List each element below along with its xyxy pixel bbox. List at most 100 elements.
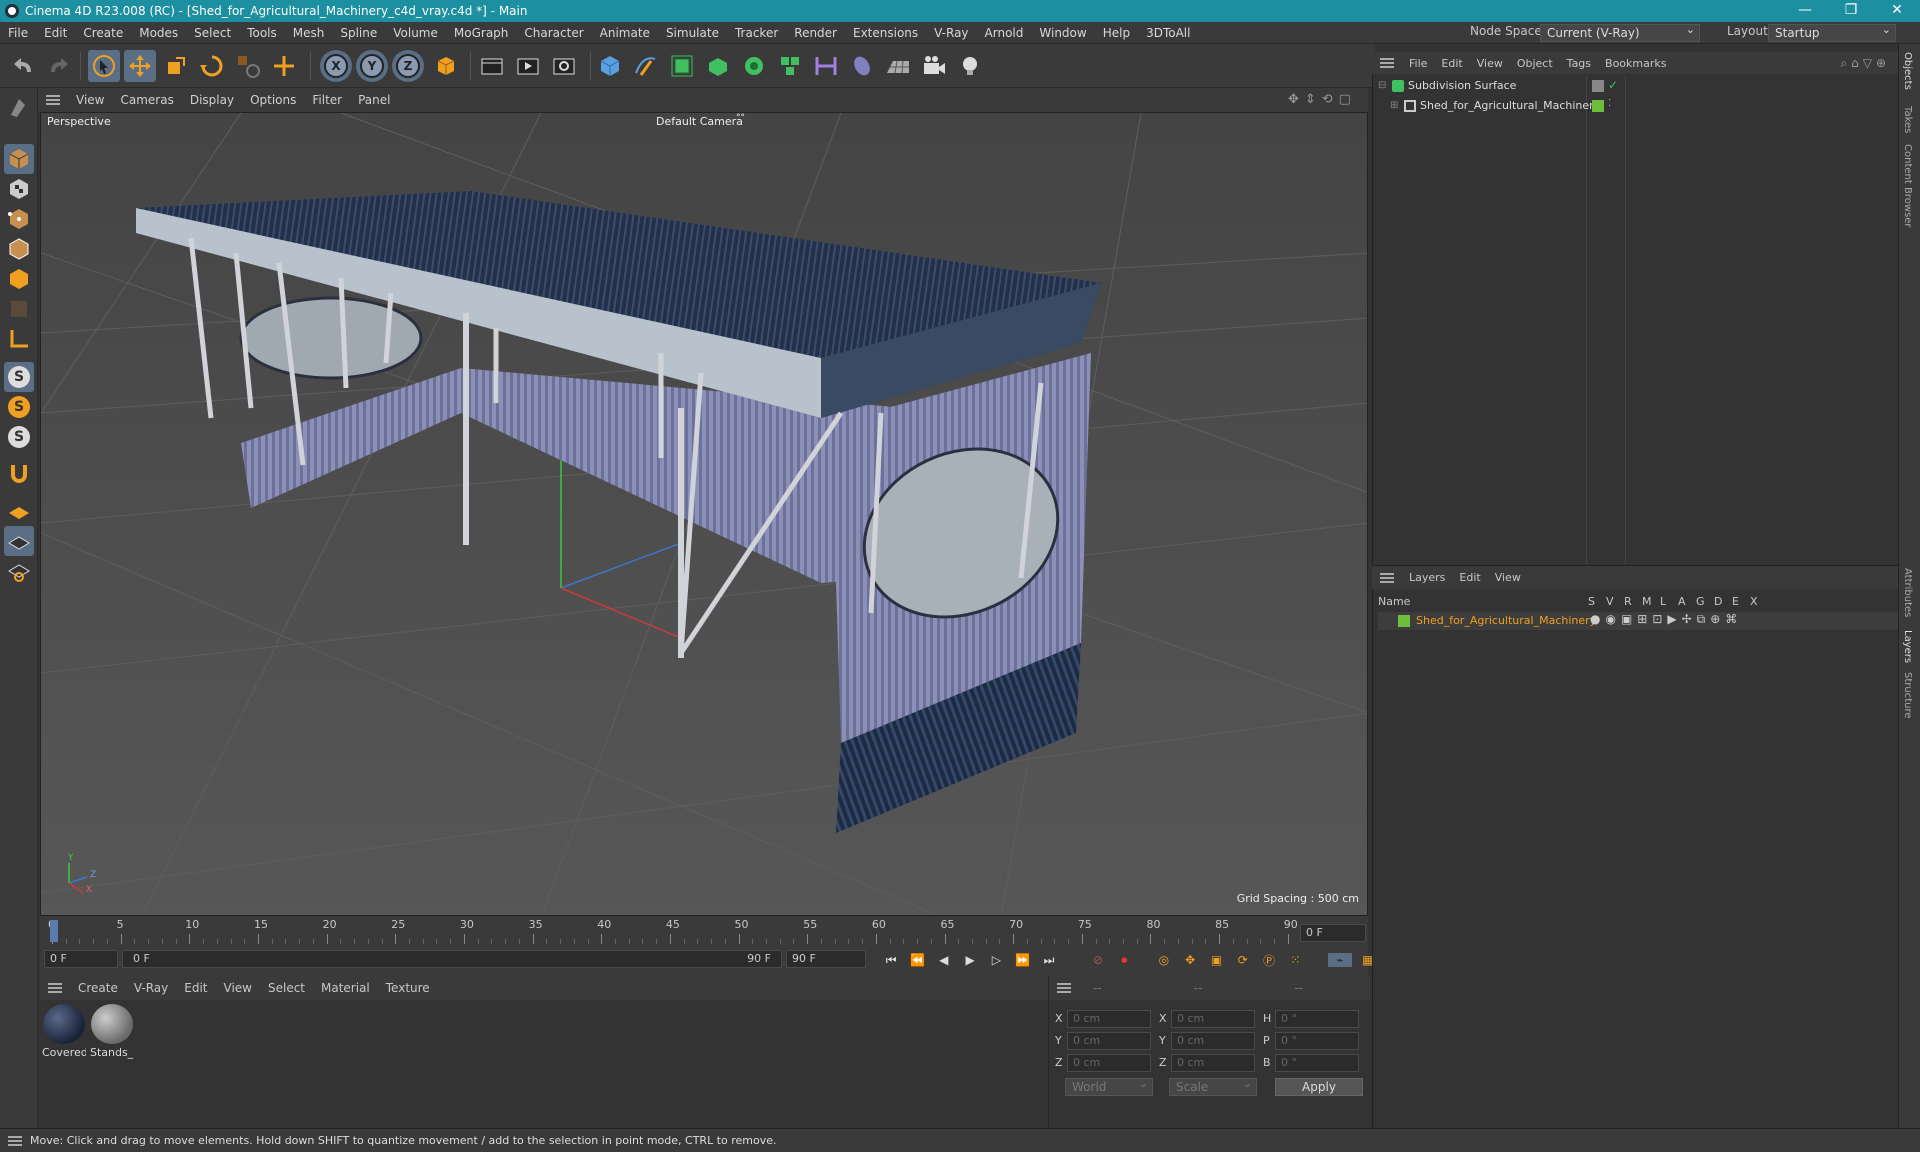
object-name[interactable]: Subdivision Surface bbox=[1408, 79, 1516, 92]
viewport-menu-cameras[interactable]: Cameras bbox=[112, 93, 181, 107]
menu-create[interactable]: Create bbox=[75, 26, 131, 40]
coord-value-field[interactable]: 0 ° bbox=[1275, 1032, 1359, 1050]
layer-col-g[interactable]: G bbox=[1696, 595, 1706, 608]
polygon-mode-icon[interactable] bbox=[4, 264, 34, 294]
key-rotation-icon[interactable]: ⟳ bbox=[1232, 953, 1254, 967]
snap-s-icon-3[interactable]: S bbox=[4, 422, 34, 452]
menu-volume[interactable]: Volume bbox=[385, 26, 446, 40]
object-menu-view[interactable]: View bbox=[1470, 57, 1510, 70]
viewport-menu-options[interactable]: Options bbox=[242, 93, 304, 107]
menu-simulate[interactable]: Simulate bbox=[658, 26, 727, 40]
coords-space-select[interactable]: World bbox=[1065, 1076, 1153, 1096]
mograph-cloner-icon[interactable] bbox=[738, 50, 770, 82]
key-position-icon[interactable]: ✥ bbox=[1179, 953, 1201, 967]
light-icon[interactable] bbox=[954, 50, 986, 82]
viewport-menu-panel[interactable]: Panel bbox=[350, 93, 398, 107]
menu-file[interactable]: File bbox=[0, 26, 36, 40]
next-frame-icon[interactable]: ▷ bbox=[985, 953, 1007, 967]
grid-snap-icon[interactable] bbox=[4, 496, 34, 526]
layer-hamburger-icon[interactable] bbox=[1380, 572, 1394, 583]
previous-key-icon[interactable]: ⏪ bbox=[906, 953, 928, 967]
object-menu-edit[interactable]: Edit bbox=[1434, 57, 1469, 70]
status-hamburger-icon[interactable] bbox=[8, 1135, 22, 1146]
tab-attributes[interactable]: Attributes bbox=[1902, 568, 1913, 617]
material-menu-select[interactable]: Select bbox=[260, 981, 313, 995]
previous-frame-icon[interactable]: ◀ bbox=[933, 953, 955, 967]
z-axis-lock-button[interactable]: Z bbox=[392, 50, 424, 82]
layer-menu-layers[interactable]: Layers bbox=[1402, 571, 1452, 584]
snap-s-icon-2[interactable]: S bbox=[4, 392, 34, 422]
edge-mode-icon[interactable] bbox=[4, 234, 34, 264]
record-off-icon[interactable]: ⊘ bbox=[1087, 953, 1109, 967]
make-editable-icon[interactable] bbox=[4, 92, 34, 122]
cube-object-icon[interactable] bbox=[594, 50, 626, 82]
current-frame-field[interactable]: 0 F bbox=[1300, 924, 1366, 942]
tab-layers[interactable]: Layers bbox=[1902, 630, 1913, 663]
viewport-hamburger-icon[interactable] bbox=[46, 95, 60, 105]
key-parameter-icon[interactable]: Ⓟ bbox=[1258, 952, 1280, 969]
tab-takes[interactable]: Takes bbox=[1902, 106, 1913, 133]
start-frame-field[interactable]: 0 F bbox=[44, 950, 118, 968]
layer-col-e[interactable]: E bbox=[1732, 595, 1742, 608]
menu-character[interactable]: Character bbox=[516, 26, 591, 40]
menu-window[interactable]: Window bbox=[1031, 26, 1094, 40]
menu-animate[interactable]: Animate bbox=[592, 26, 658, 40]
layer-flag-icons[interactable]: ●◉▣⊞⊡▶✢⧉⊕⌘ bbox=[1590, 612, 1742, 627]
coord-value-field[interactable]: 0 cm bbox=[1067, 1032, 1151, 1050]
coord-value-field[interactable]: 0 ° bbox=[1275, 1010, 1359, 1028]
menu-select[interactable]: Select bbox=[186, 26, 239, 40]
coordinate-system-icon[interactable] bbox=[430, 50, 462, 82]
layer-col-v[interactable]: V bbox=[1606, 595, 1616, 608]
model-mode-icon[interactable] bbox=[4, 144, 34, 174]
select-tool-icon[interactable] bbox=[88, 50, 120, 82]
keyframe-selection-icon[interactable]: ◎ bbox=[1153, 953, 1175, 967]
object-menu-bookmarks[interactable]: Bookmarks bbox=[1598, 57, 1673, 70]
x-axis-lock-button[interactable]: X bbox=[320, 50, 352, 82]
menu-extensions[interactable]: Extensions bbox=[845, 26, 926, 40]
coord-value-field[interactable]: 0 cm bbox=[1171, 1054, 1255, 1072]
menu-mesh[interactable]: Mesh bbox=[285, 26, 333, 40]
menu-tools[interactable]: Tools bbox=[239, 26, 285, 40]
layer-col-l[interactable]: L bbox=[1660, 595, 1670, 608]
render-picture-viewer-icon[interactable] bbox=[512, 50, 544, 82]
point-mode-icon[interactable] bbox=[4, 204, 34, 234]
layer-color-swatch[interactable] bbox=[1398, 615, 1410, 627]
visibility-icon[interactable] bbox=[1592, 80, 1604, 92]
apply-button[interactable]: Apply bbox=[1275, 1078, 1363, 1096]
collapse-icon[interactable]: ⊟ bbox=[1378, 80, 1386, 91]
object-menu-object[interactable]: Object bbox=[1510, 57, 1560, 70]
object-hamburger-icon[interactable] bbox=[1380, 58, 1394, 68]
material-menu-texture[interactable]: Texture bbox=[378, 981, 438, 995]
expand-icon[interactable]: ⊞ bbox=[1390, 100, 1398, 111]
object-row-subdivision[interactable]: ⊟ Subdivision Surface ✓ bbox=[1378, 78, 1878, 96]
layer-col-a[interactable]: A bbox=[1678, 595, 1688, 608]
layer-col-d[interactable]: D bbox=[1714, 595, 1724, 608]
coord-value-field[interactable]: 0 cm bbox=[1067, 1010, 1151, 1028]
viewport-menu-filter[interactable]: Filter bbox=[304, 93, 350, 107]
enabled-check-icon[interactable]: ✓ bbox=[1608, 78, 1618, 92]
snap-s-icon-1[interactable]: S bbox=[4, 362, 34, 392]
menu-mograph[interactable]: MoGraph bbox=[446, 26, 517, 40]
end-frame-field[interactable]: 90 F bbox=[786, 950, 866, 968]
material-menu-view[interactable]: View bbox=[216, 981, 260, 995]
object-menu-file[interactable]: File bbox=[1402, 57, 1434, 70]
menu-render[interactable]: Render bbox=[786, 26, 845, 40]
close-button[interactable]: ✕ bbox=[1874, 0, 1920, 22]
layer-col-x[interactable]: X bbox=[1750, 595, 1760, 608]
deformer-icon[interactable] bbox=[774, 50, 806, 82]
restore-button[interactable]: ❐ bbox=[1828, 0, 1874, 22]
render-view-icon[interactable] bbox=[476, 50, 508, 82]
menu-arnold[interactable]: Arnold bbox=[977, 26, 1032, 40]
move-tool-icon[interactable] bbox=[124, 50, 156, 82]
go-to-end-icon[interactable]: ⏭ bbox=[1038, 953, 1060, 968]
material-item[interactable]: Covered bbox=[42, 1004, 86, 1064]
menu-3dtoall[interactable]: 3DToAll bbox=[1138, 26, 1198, 40]
redo-icon[interactable] bbox=[42, 50, 74, 82]
play-icon[interactable]: ▶ bbox=[959, 953, 981, 967]
go-to-start-icon[interactable]: ⏮ bbox=[880, 953, 902, 968]
texture-mode-icon[interactable] bbox=[4, 174, 34, 204]
material-menu-create[interactable]: Create bbox=[70, 981, 126, 995]
coords-mode-select[interactable]: Scale bbox=[1169, 1076, 1257, 1096]
material-hamburger-icon[interactable] bbox=[48, 983, 62, 993]
subdivision-surface-icon[interactable] bbox=[666, 50, 698, 82]
